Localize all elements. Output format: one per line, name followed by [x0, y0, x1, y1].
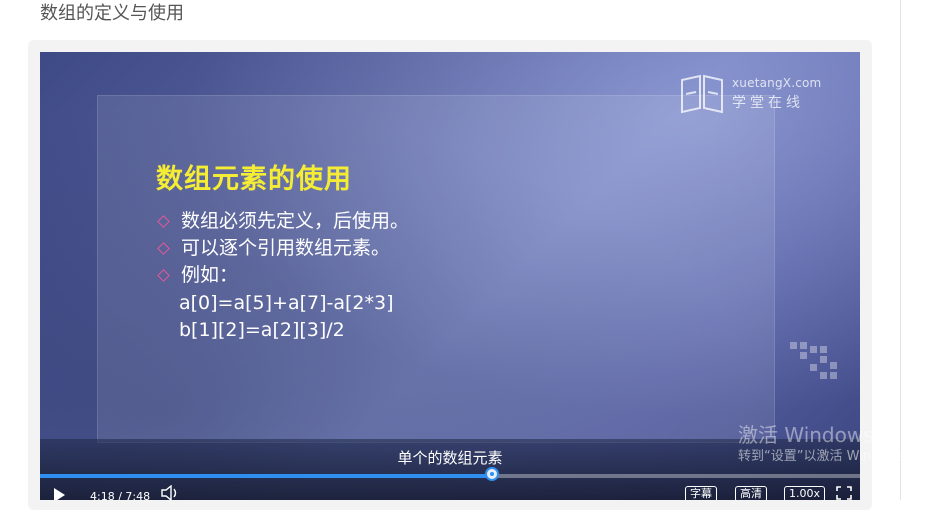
slide-bullet-text: 数组必须先定义，后使用。 — [181, 210, 410, 232]
activation-watermark-title: 激活 Windows — [738, 423, 874, 447]
activation-watermark-subtitle: 转到“设置”以激活 Windows。 — [738, 449, 918, 464]
slide-code-line: b[1][2]=a[2][3]/2 — [179, 319, 345, 341]
logo: xuetangX.com 学堂在线 — [680, 72, 850, 116]
diamond-bullet-icon — [157, 269, 170, 282]
slide-bullet: 数组必须先定义，后使用。 — [156, 208, 409, 235]
slide-code-line: a[0]=a[5]+a[7]-a[2*3] — [179, 292, 394, 314]
quality-button[interactable]: 高清 — [735, 486, 767, 500]
diamond-bullet-icon — [157, 242, 170, 255]
slide-bullet: 例如： — [156, 262, 238, 289]
slide-bullet-text: 可以逐个引用数组元素。 — [181, 237, 391, 259]
play-icon[interactable] — [54, 488, 65, 500]
time-display: 4:18 / 7:48 — [90, 490, 151, 500]
logo-text-en: xuetangX.com — [732, 76, 822, 90]
page-title: 数组的定义与使用 — [40, 3, 184, 24]
slide-bullet: 可以逐个引用数组元素。 — [156, 235, 390, 262]
progress-thumb[interactable] — [484, 467, 499, 481]
pixel-decoration — [790, 342, 850, 392]
captions-button[interactable]: 字幕 — [685, 486, 717, 500]
speed-button[interactable]: 1.00x — [784, 486, 826, 500]
diamond-bullet-icon — [157, 215, 170, 228]
volume-icon[interactable] — [160, 485, 180, 500]
right-divider — [900, 0, 901, 500]
progress-bar[interactable] — [40, 467, 860, 481]
book-logo-icon — [681, 74, 723, 114]
slide-bullet-text: 例如： — [181, 264, 239, 286]
video-player[interactable]: xuetangX.com 学堂在线 数组元素的使用 数组必须先定义，后使用。 可… — [40, 52, 860, 500]
fullscreen-icon[interactable] — [836, 486, 852, 500]
slide-heading: 数组元素的使用 — [156, 164, 352, 195]
subtitle-text: 单个的数组元素 — [397, 449, 503, 467]
progress-fill — [40, 474, 492, 478]
logo-text-cn: 学堂在线 — [732, 95, 804, 111]
